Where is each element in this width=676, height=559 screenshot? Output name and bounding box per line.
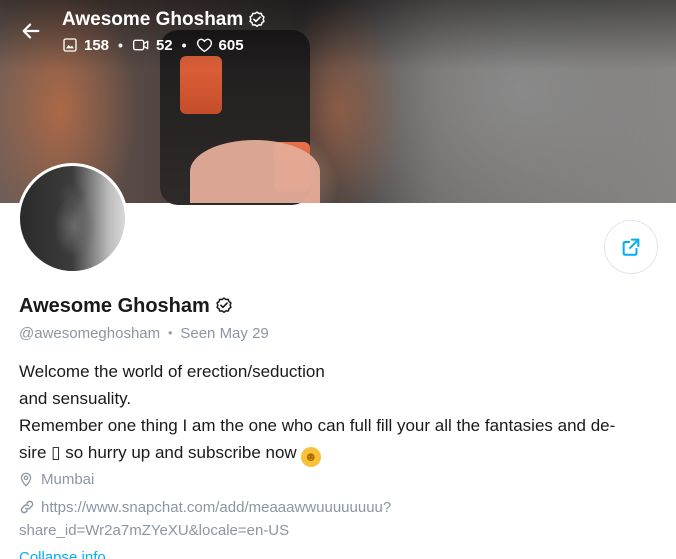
videos-stat: 52: [132, 37, 173, 54]
header-name: Awesome Ghosham: [62, 8, 267, 32]
avatar[interactable]: [17, 163, 128, 274]
profile-meta: @awesomeghosham • Seen May 29: [19, 323, 269, 343]
likes-stat: 605: [196, 37, 244, 54]
videos-count: 52: [155, 36, 173, 54]
username: @awesomeghosham: [19, 324, 161, 342]
link-text-line1[interactable]: https://www.snapchat.com/add/meaaawwuuuu…: [41, 499, 391, 516]
bio-line: sire ▯ so hurry up and subscribe now: [19, 443, 297, 462]
stat-separator: •: [118, 37, 123, 53]
bio-line-last: sire ▯ so hurry up and subscribe now ☻: [19, 439, 659, 467]
video-icon: [132, 39, 149, 51]
seen-label: Seen: [180, 324, 216, 342]
seen-date: May 29: [219, 324, 269, 342]
smiling-face-icon: ☻: [300, 447, 321, 467]
share-icon: [622, 238, 640, 256]
map-pin-icon: [20, 472, 32, 487]
bio-text: Welcome the world of erection/seduction …: [19, 358, 659, 467]
bio-line: Remember one thing I am the one who can …: [19, 416, 616, 435]
last-seen: Seen May 29: [180, 325, 268, 342]
verified-badge-icon: [216, 297, 232, 313]
arrow-left-icon: [22, 23, 40, 39]
image-icon: [63, 38, 77, 52]
photos-stat: 158: [62, 37, 109, 54]
header-name-text: Awesome Ghosham: [62, 9, 244, 30]
verified-badge-icon: [249, 11, 265, 27]
photos-count: 158: [84, 36, 110, 54]
header-stats: 158 • 52 • 605: [62, 34, 244, 56]
location-text: Mumbai: [41, 470, 95, 488]
profile-link[interactable]: https://www.snapchat.com/add/meaaawwuuuu…: [19, 496, 579, 542]
meta-separator: •: [168, 326, 173, 340]
bio-line: Welcome the world of erection/seduction: [19, 362, 325, 381]
collapse-info-link[interactable]: Collapse info: [19, 549, 106, 559]
link-text-line2[interactable]: share_id=Wr2a7mZYeXU&locale=en-US: [19, 522, 289, 539]
stat-separator: •: [181, 37, 187, 53]
heart-icon: [196, 38, 212, 53]
profile-name-text: Awesome Ghosham: [19, 294, 210, 317]
cover-hand-shape: [190, 140, 320, 203]
profile-name: Awesome Ghosham: [19, 293, 234, 319]
location-row: Mumbai: [19, 469, 94, 489]
likes-count: 605: [218, 36, 244, 54]
share-button[interactable]: [604, 220, 658, 274]
link-icon: [20, 500, 34, 514]
back-button[interactable]: [16, 16, 46, 46]
bio-line: and sensuality.: [19, 389, 132, 408]
